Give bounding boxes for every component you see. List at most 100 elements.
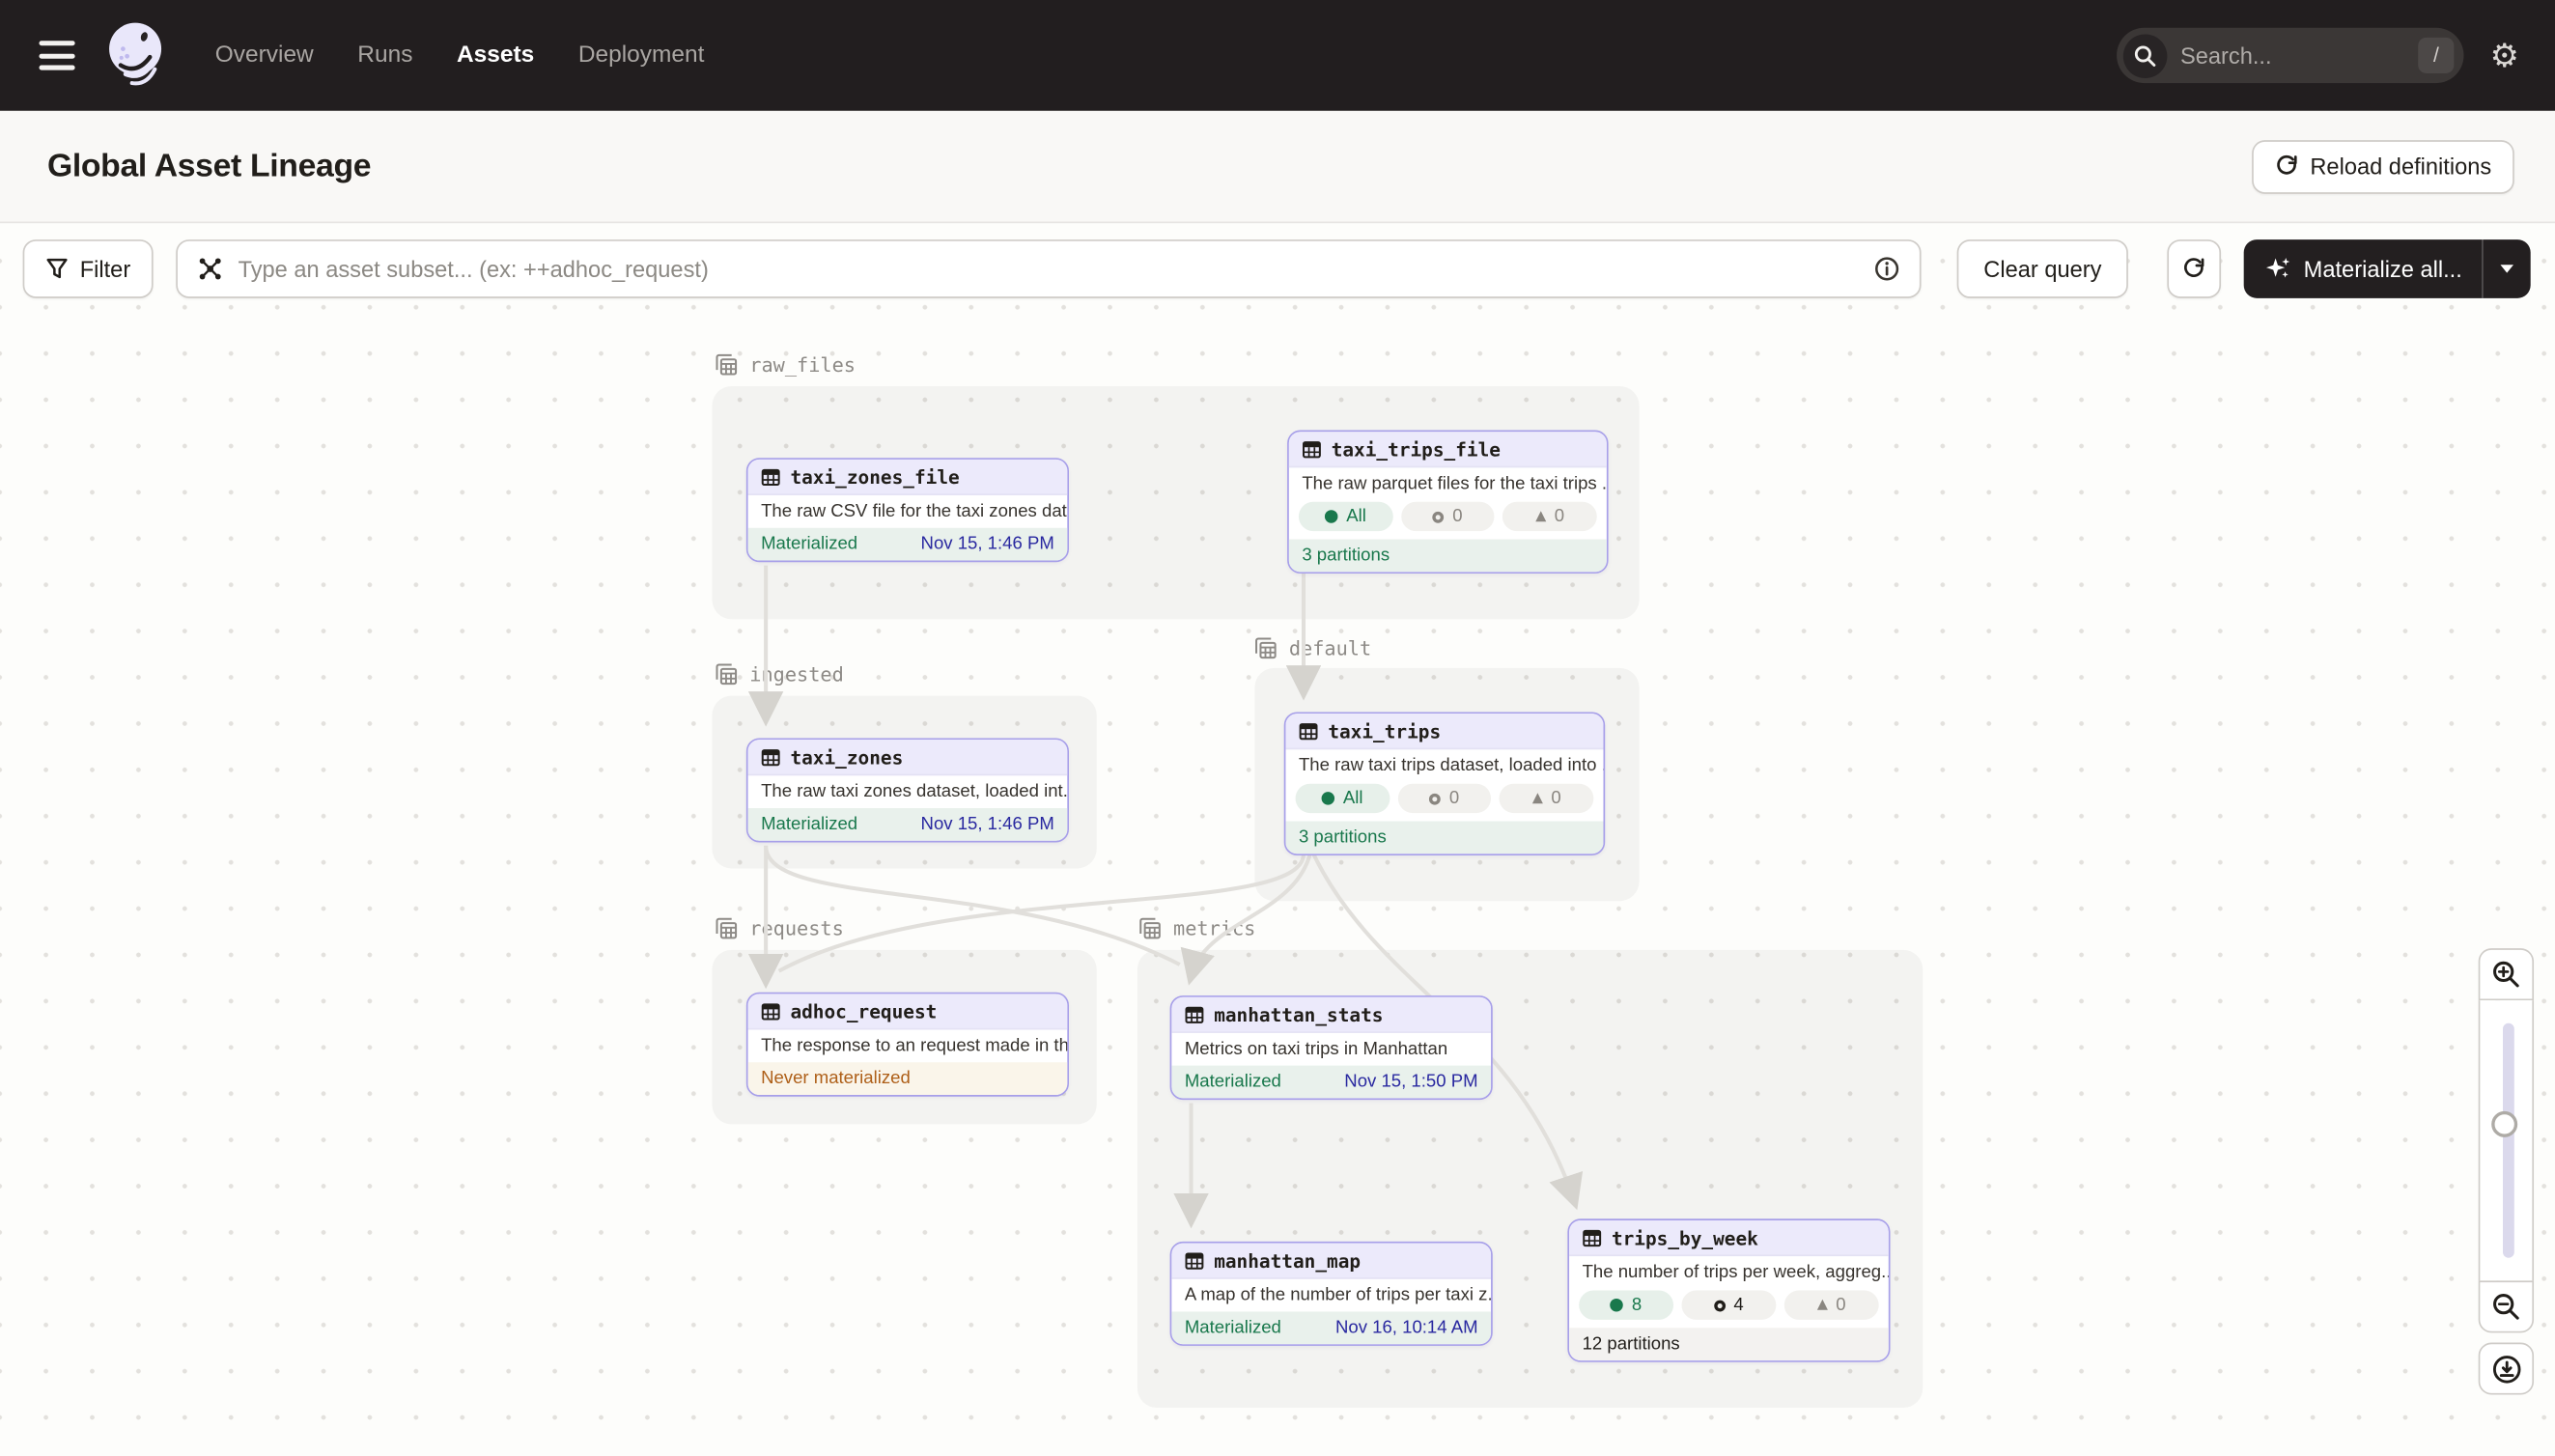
status-timestamp: Nov 16, 10:14 AM bbox=[1335, 1318, 1478, 1337]
refresh-icon bbox=[2181, 257, 2205, 281]
materialize-all-button[interactable]: Materialize all... bbox=[2243, 239, 2530, 298]
refresh-button[interactable] bbox=[2167, 239, 2221, 298]
materialized-dot-icon bbox=[1611, 1299, 1624, 1312]
partitions-bar: 12 partitions bbox=[1569, 1328, 1889, 1360]
zoom-out-icon bbox=[2491, 1292, 2520, 1321]
zoom-slider-handle[interactable] bbox=[2491, 1111, 2517, 1137]
search-icon bbox=[2123, 34, 2168, 78]
lineage-canvas[interactable]: raw_files ingested default requests metr… bbox=[0, 223, 2555, 1456]
status-timestamp: Nov 15, 1:46 PM bbox=[921, 815, 1054, 834]
table-icon bbox=[761, 1002, 780, 1022]
materialized-partitions-badge[interactable]: All bbox=[1296, 784, 1390, 813]
asset-node-taxi-zones[interactable]: taxi_zones The raw taxi zones dataset, l… bbox=[746, 738, 1069, 842]
download-image-button[interactable] bbox=[2479, 1343, 2534, 1395]
search-input[interactable] bbox=[2167, 42, 2418, 69]
missing-ring-icon bbox=[1430, 793, 1442, 804]
caret-down-icon bbox=[2500, 264, 2514, 273]
page-header: Global Asset Lineage Reload definitions bbox=[0, 111, 2555, 223]
asset-node-taxi-trips-file[interactable]: taxi_trips_file The raw parquet files fo… bbox=[1287, 431, 1608, 574]
asset-status-bar: Materialized Nov 15, 1:50 PM bbox=[1171, 1066, 1491, 1099]
filter-icon bbox=[45, 258, 69, 281]
info-icon[interactable] bbox=[1874, 256, 1900, 282]
group-label-raw-files[interactable]: raw_files bbox=[716, 353, 856, 377]
group-label-default[interactable]: default bbox=[1254, 637, 1371, 660]
nav-deployment[interactable]: Deployment bbox=[578, 42, 705, 69]
group-icon bbox=[1139, 917, 1163, 940]
failed-partitions-badge[interactable]: ▲0 bbox=[1502, 502, 1596, 531]
status-label: Materialized bbox=[761, 535, 857, 554]
materialize-caret-button[interactable] bbox=[2484, 239, 2531, 298]
nav-assets[interactable]: Assets bbox=[457, 42, 534, 69]
lineage-toolbar: Filter Clear query Materialize all... bbox=[23, 239, 2531, 298]
asset-node-adhoc-request[interactable]: adhoc_request The response to an request… bbox=[746, 993, 1069, 1097]
search-box[interactable]: / bbox=[2117, 28, 2463, 83]
clear-query-button[interactable]: Clear query bbox=[1957, 239, 2127, 298]
asset-status-bar: Materialized Nov 15, 1:46 PM bbox=[748, 528, 1068, 561]
zoom-slider-track[interactable] bbox=[2502, 1023, 2513, 1258]
asset-description: The response to an request made in th... bbox=[748, 1030, 1068, 1063]
group-label-ingested[interactable]: ingested bbox=[716, 663, 844, 686]
missing-partitions-badge[interactable]: 4 bbox=[1682, 1291, 1777, 1320]
asset-description: The raw CSV file for the taxi zones dat.… bbox=[748, 495, 1068, 528]
status-label: Never materialized bbox=[761, 1069, 911, 1088]
missing-ring-icon bbox=[1433, 511, 1445, 522]
asset-description: Metrics on taxi trips in Manhattan bbox=[1171, 1033, 1491, 1066]
missing-partitions-badge[interactable]: 0 bbox=[1397, 784, 1491, 813]
asset-node-trips-by-week[interactable]: trips_by_week The number of trips per we… bbox=[1567, 1218, 1890, 1362]
asset-query-field[interactable] bbox=[176, 239, 1922, 298]
group-label-requests[interactable]: requests bbox=[716, 917, 844, 940]
zoom-out-button[interactable] bbox=[2479, 1280, 2534, 1332]
failed-partitions-badge[interactable]: ▲0 bbox=[1500, 784, 1593, 813]
missing-partitions-badge[interactable]: 0 bbox=[1401, 502, 1495, 531]
download-icon bbox=[2490, 1353, 2521, 1384]
dagster-logo[interactable] bbox=[101, 18, 170, 94]
partition-health-badges: All 0 ▲0 bbox=[1285, 782, 1603, 822]
status-timestamp: Nov 15, 1:50 PM bbox=[1344, 1072, 1477, 1091]
slash-shortcut-badge: / bbox=[2418, 38, 2454, 73]
zoom-in-button[interactable] bbox=[2479, 948, 2534, 1000]
group-icon bbox=[1254, 637, 1278, 660]
table-icon bbox=[761, 467, 780, 487]
failed-triangle-icon: ▲ bbox=[1535, 509, 1546, 525]
screenshot-stage: Overview Runs Assets Deployment / ⚙ Glob… bbox=[0, 0, 2555, 1456]
group-icon bbox=[716, 663, 739, 686]
asset-description: The raw taxi zones dataset, loaded int..… bbox=[748, 775, 1068, 808]
top-nav: Overview Runs Assets Deployment / ⚙ bbox=[0, 0, 2555, 111]
zoom-in-icon bbox=[2491, 960, 2520, 989]
failed-partitions-badge[interactable]: ▲0 bbox=[1784, 1291, 1879, 1320]
materialized-partitions-badge[interactable]: All bbox=[1299, 502, 1392, 531]
nav-runs[interactable]: Runs bbox=[357, 42, 412, 69]
table-icon bbox=[1185, 1005, 1204, 1024]
failed-triangle-icon: ▲ bbox=[1817, 1297, 1828, 1313]
asset-graph-icon bbox=[197, 256, 223, 282]
asset-node-taxi-trips[interactable]: taxi_trips The raw taxi trips dataset, l… bbox=[1284, 712, 1605, 855]
group-label-metrics[interactable]: metrics bbox=[1139, 917, 1256, 940]
table-icon bbox=[1583, 1228, 1602, 1247]
missing-ring-icon bbox=[1714, 1300, 1726, 1311]
reload-definitions-button[interactable]: Reload definitions bbox=[2252, 139, 2514, 193]
sparkle-icon bbox=[2264, 256, 2290, 282]
status-label: Materialized bbox=[761, 815, 857, 834]
asset-description: A map of the number of trips per taxi z.… bbox=[1171, 1279, 1491, 1312]
materialized-partitions-badge[interactable]: 8 bbox=[1579, 1291, 1673, 1320]
status-timestamp: Nov 15, 1:46 PM bbox=[921, 535, 1054, 554]
failed-triangle-icon: ▲ bbox=[1532, 790, 1543, 806]
zoom-slider[interactable] bbox=[2479, 1000, 2534, 1280]
group-icon bbox=[716, 917, 739, 940]
gear-icon[interactable]: ⚙ bbox=[2490, 40, 2519, 72]
materialized-dot-icon bbox=[1325, 510, 1338, 523]
table-icon bbox=[1299, 722, 1318, 742]
table-icon bbox=[1302, 440, 1321, 460]
asset-query-input[interactable] bbox=[223, 256, 1874, 282]
asset-node-manhattan-map[interactable]: manhattan_map A map of the number of tri… bbox=[1170, 1242, 1493, 1346]
nav-overview[interactable]: Overview bbox=[215, 42, 314, 69]
filter-button[interactable]: Filter bbox=[23, 239, 154, 298]
menu-icon[interactable] bbox=[40, 41, 75, 70]
nav-links: Overview Runs Assets Deployment bbox=[215, 42, 705, 69]
asset-node-manhattan-stats[interactable]: manhattan_stats Metrics on taxi trips in… bbox=[1170, 995, 1493, 1100]
materialize-all-main[interactable]: Materialize all... bbox=[2243, 239, 2482, 298]
asset-description: The raw taxi trips dataset, loaded into … bbox=[1285, 749, 1603, 782]
asset-node-taxi-zones-file[interactable]: taxi_zones_file The raw CSV file for the… bbox=[746, 458, 1069, 562]
asset-status-bar: MaterializedNov 16, 10:14 AM bbox=[1171, 1311, 1491, 1344]
status-label: Materialized bbox=[1185, 1072, 1281, 1091]
